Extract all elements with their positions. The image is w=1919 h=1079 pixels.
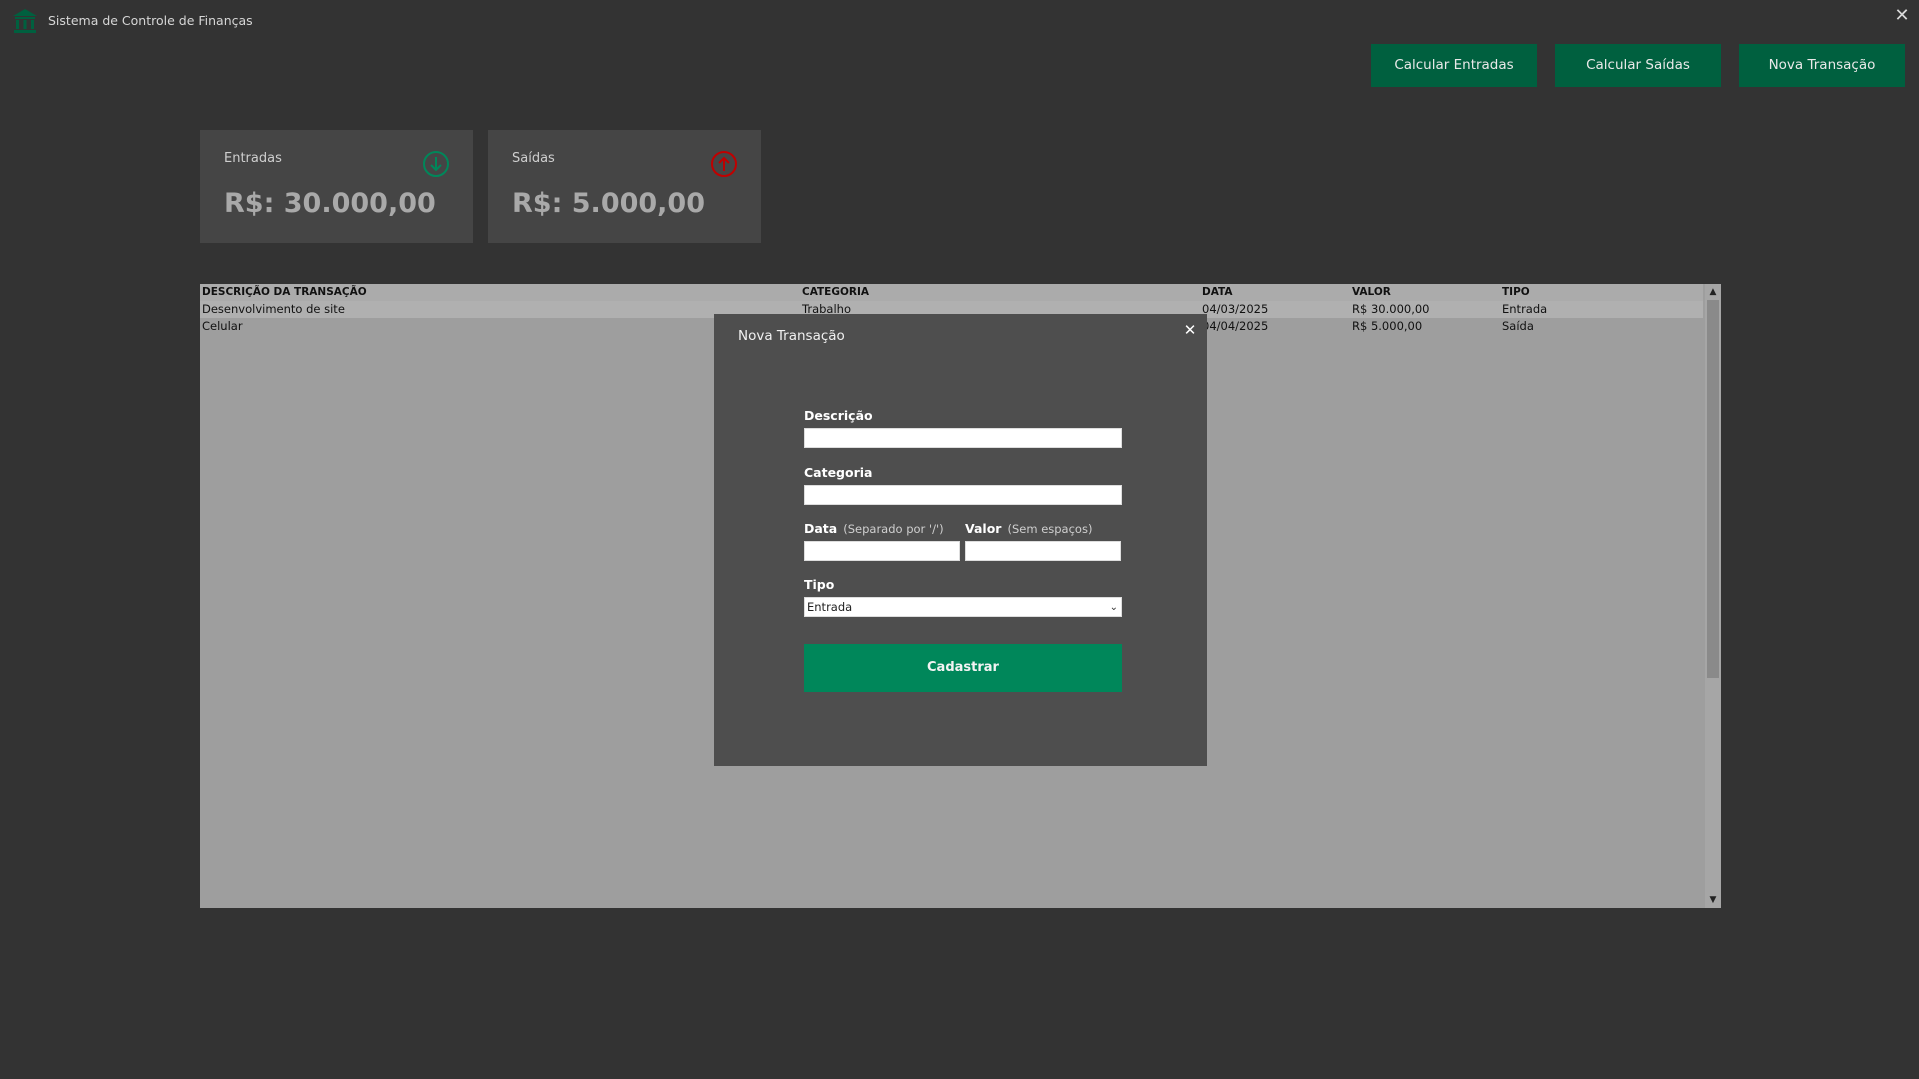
saidas-value: R$: 5.000,00 <box>512 188 706 219</box>
scroll-up-arrow-icon[interactable]: ▲ <box>1705 284 1721 300</box>
vertical-scrollbar[interactable]: ▲ ▼ <box>1705 284 1721 908</box>
calcular-entradas-button[interactable]: Calcular Entradas <box>1371 44 1537 87</box>
cell-tipo: Entrada <box>1502 302 1548 316</box>
saidas-label: Saídas <box>512 151 555 166</box>
tipo-label: Tipo <box>804 577 835 592</box>
cadastrar-button[interactable]: Cadastrar <box>804 644 1122 692</box>
valor-label-text: Valor <box>965 521 1002 536</box>
entradas-card: Entradas R$: 30.000,00 <box>200 130 473 243</box>
cell-descricao: Desenvolvimento de site <box>202 302 345 316</box>
saidas-card: Saídas R$: 5.000,00 <box>488 130 761 243</box>
nova-transacao-dialog: Nova Transação ✕ Descrição Categoria Dat… <box>714 314 1207 766</box>
tipo-selected-value: Entrada <box>807 600 853 614</box>
tipo-select[interactable]: Entrada ⌄ <box>804 597 1122 617</box>
header-tipo[interactable]: TIPO <box>1502 284 1530 301</box>
cell-descricao: Celular <box>202 319 243 333</box>
cell-data: 04/03/2025 <box>1202 302 1269 316</box>
dialog-title: Nova Transação <box>738 328 845 344</box>
header-valor[interactable]: VALOR <box>1352 284 1391 301</box>
grid-header: DESCRIÇÃO DA TRANSAÇÃO CATEGORIA DATA VA… <box>200 284 1703 301</box>
data-input[interactable] <box>804 541 960 561</box>
valor-label: Valor (Sem espaços) <box>965 521 1092 536</box>
nova-transacao-button[interactable]: Nova Transação <box>1739 44 1905 87</box>
header-categoria[interactable]: CATEGORIA <box>802 284 869 301</box>
cell-tipo: Saída <box>1502 319 1534 333</box>
chevron-down-icon: ⌄ <box>1109 602 1118 613</box>
app-window: Sistema de Controle de Finanças ✕ Calcul… <box>0 0 1919 1079</box>
valor-hint: (Sem espaços) <box>1007 522 1093 536</box>
cell-valor: R$ 30.000,00 <box>1352 302 1430 316</box>
bank-icon <box>13 9 37 33</box>
data-hint: (Separado por '/') <box>843 522 944 536</box>
categoria-label: Categoria <box>804 465 873 480</box>
window-close-button[interactable]: ✕ <box>1891 5 1913 27</box>
descricao-label: Descrição <box>804 408 873 423</box>
scroll-down-arrow-icon[interactable]: ▼ <box>1705 892 1721 908</box>
entradas-value: R$: 30.000,00 <box>224 188 436 219</box>
categoria-input[interactable] <box>804 485 1122 505</box>
arrow-down-circle-icon <box>423 151 449 177</box>
valor-input[interactable] <box>965 541 1121 561</box>
cell-valor: R$ 5.000,00 <box>1352 319 1423 333</box>
header-descricao[interactable]: DESCRIÇÃO DA TRANSAÇÃO <box>202 284 367 301</box>
cell-data: 04/04/2025 <box>1202 319 1269 333</box>
descricao-input[interactable] <box>804 428 1122 448</box>
scroll-thumb[interactable] <box>1707 300 1719 678</box>
header-data[interactable]: DATA <box>1202 284 1233 301</box>
calcular-saidas-button[interactable]: Calcular Saídas <box>1555 44 1721 87</box>
data-label: Data (Separado por '/') <box>804 521 944 536</box>
title-bar: Sistema de Controle de Finanças ✕ <box>0 0 1919 42</box>
app-title: Sistema de Controle de Finanças <box>48 13 253 28</box>
arrow-up-circle-icon <box>711 151 737 177</box>
dialog-close-button[interactable]: ✕ <box>1181 321 1199 339</box>
entradas-label: Entradas <box>224 151 282 166</box>
data-label-text: Data <box>804 521 838 536</box>
